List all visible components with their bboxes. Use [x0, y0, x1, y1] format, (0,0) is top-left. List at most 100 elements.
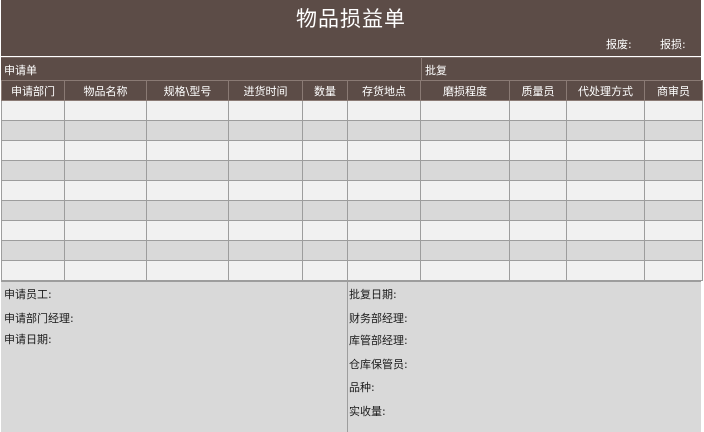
table-cell[interactable] [420, 120, 510, 141]
table-cell[interactable] [420, 140, 510, 161]
table-cell[interactable] [64, 160, 147, 181]
table-cell[interactable] [509, 220, 567, 241]
table-cell[interactable] [1, 200, 65, 221]
table-row [1, 200, 703, 221]
table-cell[interactable] [228, 180, 303, 201]
table-cell[interactable] [302, 140, 348, 161]
table-cell[interactable] [146, 140, 229, 161]
table-cell[interactable] [644, 200, 703, 221]
approval-section-label: 批复 [425, 64, 447, 77]
table-cell[interactable] [1, 100, 65, 121]
col-header-reviewer: 商审员 [644, 80, 703, 101]
table-cell[interactable] [509, 200, 567, 221]
table-body [1, 100, 703, 281]
table-cell[interactable] [146, 240, 229, 261]
table-cell[interactable] [146, 160, 229, 181]
table-cell[interactable] [566, 100, 645, 121]
table-cell[interactable] [566, 160, 645, 181]
table-cell[interactable] [347, 140, 421, 161]
table-cell[interactable] [302, 220, 348, 241]
table-cell[interactable] [64, 200, 147, 221]
table-cell[interactable] [509, 240, 567, 261]
table-cell[interactable] [302, 100, 348, 121]
table-cell[interactable] [146, 100, 229, 121]
table-cell[interactable] [302, 180, 348, 201]
table-cell[interactable] [644, 240, 703, 261]
table-cell[interactable] [420, 180, 510, 201]
table-cell[interactable] [509, 140, 567, 161]
table-cell[interactable] [1, 180, 65, 201]
table-cell[interactable] [1, 260, 65, 281]
table-cell[interactable] [509, 120, 567, 141]
table-cell[interactable] [420, 160, 510, 181]
table-cell[interactable] [228, 100, 303, 121]
table-cell[interactable] [64, 220, 147, 241]
table-cell[interactable] [64, 180, 147, 201]
table-cell[interactable] [146, 200, 229, 221]
table-cell[interactable] [347, 180, 421, 201]
table-cell[interactable] [566, 140, 645, 161]
table-cell[interactable] [64, 140, 147, 161]
table-cell[interactable] [509, 100, 567, 121]
table-cell[interactable] [1, 140, 65, 161]
col-header-purchase-time: 进货时间 [228, 80, 303, 101]
table-cell[interactable] [644, 120, 703, 141]
table-cell[interactable] [228, 260, 303, 281]
table-cell[interactable] [1, 220, 65, 241]
col-header-quantity: 数量 [302, 80, 348, 101]
table-cell[interactable] [420, 100, 510, 121]
table-cell[interactable] [228, 220, 303, 241]
table-cell[interactable] [64, 260, 147, 281]
table-cell[interactable] [302, 240, 348, 261]
table-cell[interactable] [64, 240, 147, 261]
table-cell[interactable] [420, 240, 510, 261]
table-cell[interactable] [644, 140, 703, 161]
table-cell[interactable] [228, 240, 303, 261]
table-cell[interactable] [347, 260, 421, 281]
table-cell[interactable] [347, 220, 421, 241]
table-cell[interactable] [509, 260, 567, 281]
table-cell[interactable] [64, 100, 147, 121]
table-cell[interactable] [302, 260, 348, 281]
table-cell[interactable] [644, 180, 703, 201]
table-cell[interactable] [347, 160, 421, 181]
table-cell[interactable] [146, 260, 229, 281]
table-cell[interactable] [420, 200, 510, 221]
table-cell[interactable] [228, 140, 303, 161]
table-cell[interactable] [347, 120, 421, 141]
form-title: 物品损益单 [296, 7, 406, 31]
table-cell[interactable] [644, 100, 703, 121]
table-cell[interactable] [566, 120, 645, 141]
table-cell[interactable] [302, 120, 348, 141]
table-cell[interactable] [566, 240, 645, 261]
table-cell[interactable] [146, 120, 229, 141]
col-header-spec-model: 规格\型号 [146, 80, 229, 101]
table-cell[interactable] [644, 220, 703, 241]
table-cell[interactable] [566, 200, 645, 221]
table-cell[interactable] [347, 100, 421, 121]
table-cell[interactable] [420, 260, 510, 281]
table-cell[interactable] [644, 160, 703, 181]
table-cell[interactable] [420, 220, 510, 241]
table-cell[interactable] [146, 180, 229, 201]
application-date-label: 申请日期: [4, 333, 52, 346]
table-cell[interactable] [509, 160, 567, 181]
table-cell[interactable] [566, 180, 645, 201]
table-cell[interactable] [1, 120, 65, 141]
table-cell[interactable] [347, 240, 421, 261]
table-cell[interactable] [302, 200, 348, 221]
table-cell[interactable] [347, 200, 421, 221]
table-cell[interactable] [228, 120, 303, 141]
table-cell[interactable] [566, 220, 645, 241]
table-cell[interactable] [509, 180, 567, 201]
table-cell[interactable] [228, 200, 303, 221]
item-table: 申请部门 物品名称 规格\型号 进货时间 数量 存货地点 磨损程度 质量员 代处… [1, 80, 703, 281]
table-cell[interactable] [64, 120, 147, 141]
table-cell[interactable] [1, 240, 65, 261]
table-cell[interactable] [302, 160, 348, 181]
table-cell[interactable] [566, 260, 645, 281]
table-cell[interactable] [228, 160, 303, 181]
table-cell[interactable] [146, 220, 229, 241]
table-cell[interactable] [644, 260, 703, 281]
table-cell[interactable] [1, 160, 65, 181]
